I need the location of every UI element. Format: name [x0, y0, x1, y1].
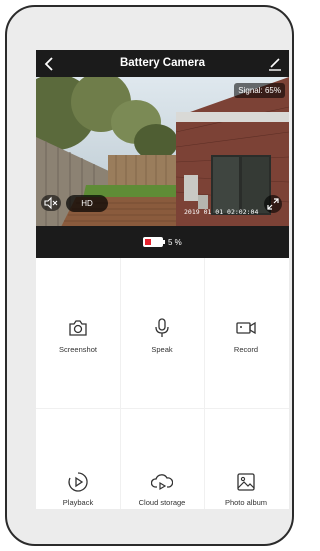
battery-percentage: 5 %: [168, 237, 182, 247]
hd-quality-toggle[interactable]: HD: [66, 195, 108, 212]
page-title: Battery Camera: [119, 57, 205, 69]
top-bar: Battery Camera: [36, 50, 289, 77]
action-label: Speak: [151, 345, 173, 354]
record-button[interactable]: Record: [204, 258, 288, 408]
cloud-icon: [151, 474, 173, 491]
cloud-storage-button[interactable]: Cloud storage: [120, 409, 204, 509]
action-label: Screenshot: [59, 345, 97, 354]
microphone-icon: [155, 318, 169, 337]
playback-button[interactable]: Playback: [36, 409, 120, 509]
image-icon: [237, 473, 255, 491]
action-label: Record: [233, 345, 259, 354]
app-screen: Battery Camera Signal: 65% 2019 01 01 02…: [36, 50, 289, 509]
camera-icon: [69, 320, 87, 336]
camera-feed[interactable]: Signal: 65% 2019 01 01 02:02:04 HD: [36, 77, 289, 226]
action-grid: Screenshot Speak Record Playback Cloud s…: [36, 258, 289, 509]
screenshot-button[interactable]: Screenshot: [36, 258, 120, 408]
battery-status-bar: 5 %: [36, 226, 289, 258]
speak-button[interactable]: Speak: [120, 258, 204, 408]
action-label: Photo album: [224, 498, 268, 507]
signal-strength-badge: Signal: 65%: [234, 83, 285, 98]
expand-icon[interactable]: [264, 195, 282, 213]
battery-level-fill: [145, 239, 151, 245]
action-label: Playback: [62, 498, 94, 507]
video-camera-icon: [236, 321, 256, 335]
pencil-icon[interactable]: [267, 56, 283, 72]
action-label: Cloud storage: [138, 498, 186, 507]
battery-icon: [143, 237, 165, 247]
video-timestamp: 2019 01 01 02:02:04: [184, 208, 259, 216]
speaker-mute-icon[interactable]: [41, 195, 61, 211]
playback-icon: [68, 472, 88, 492]
photo-album-button[interactable]: Photo album: [204, 409, 288, 509]
